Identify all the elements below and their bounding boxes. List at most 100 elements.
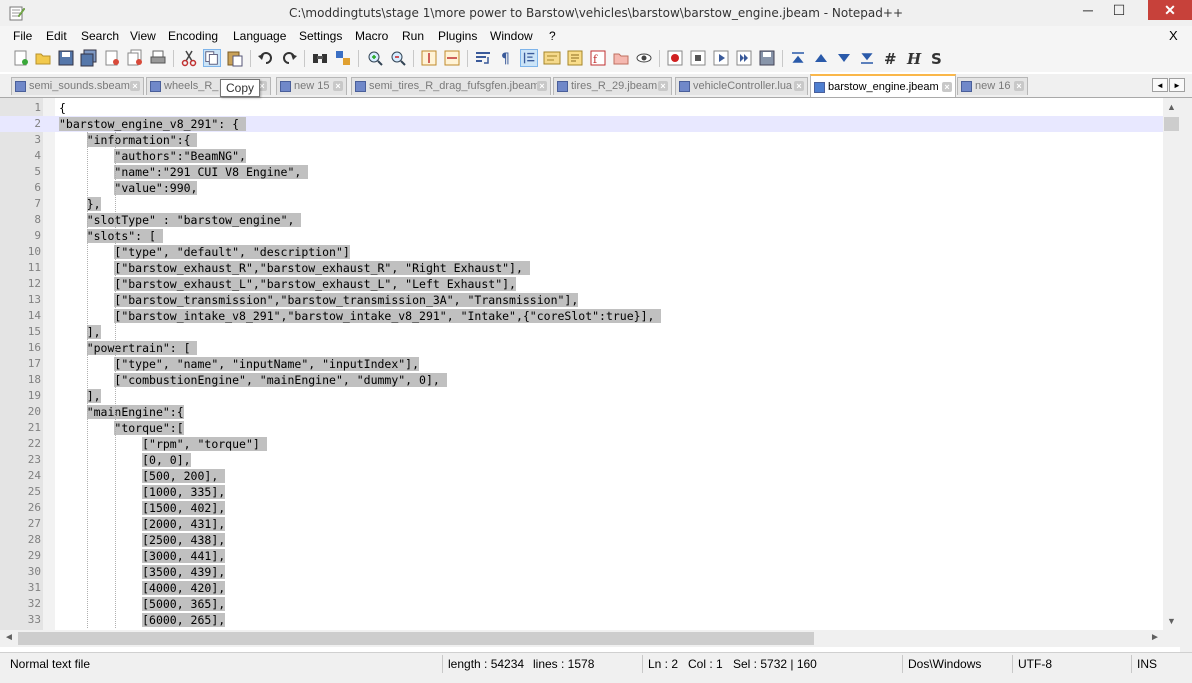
editor-text-area[interactable]: 1{2 "barstow_engine_v8_291": { 3 "informa… bbox=[0, 98, 1163, 630]
code-line[interactable]: 5 "name":"291 CUI V8 Engine", bbox=[0, 164, 1163, 180]
copy-icon[interactable] bbox=[203, 49, 221, 67]
scroll-up-icon[interactable]: ▲ bbox=[1167, 102, 1176, 112]
zoom-in-icon[interactable] bbox=[366, 49, 384, 67]
tab-new-15[interactable]: new 15 × bbox=[276, 77, 347, 95]
code-line[interactable]: 18 ["combustionEngine", "mainEngine", "d… bbox=[0, 372, 1163, 388]
tab-semi-tires[interactable]: semi_tires_R_drag_fufsgfen.jbeam × bbox=[351, 77, 551, 95]
folder-workspace-icon[interactable] bbox=[612, 49, 630, 67]
status-eol[interactable]: Dos\Windows bbox=[908, 657, 981, 671]
find-icon[interactable] bbox=[311, 49, 329, 67]
code-line[interactable]: 3 "information":{ bbox=[0, 132, 1163, 148]
open-file-icon[interactable] bbox=[34, 49, 52, 67]
code-line[interactable]: 19 ], bbox=[0, 388, 1163, 404]
code-line[interactable]: 12 ["barstow_exhaust_L","barstow_exhaust… bbox=[0, 276, 1163, 292]
save-macro-icon[interactable] bbox=[758, 49, 776, 67]
menu-run[interactable]: Run bbox=[402, 29, 424, 43]
indent-guide-icon[interactable] bbox=[520, 49, 538, 67]
s-icon[interactable]: S bbox=[927, 49, 945, 67]
zoom-out-icon[interactable] bbox=[389, 49, 407, 67]
save-icon[interactable] bbox=[57, 49, 75, 67]
code-line[interactable]: 23 [0, 0], bbox=[0, 452, 1163, 468]
code-line[interactable]: 4 "authors":"BeamNG", bbox=[0, 148, 1163, 164]
code-line[interactable]: 26 [1500, 402], bbox=[0, 500, 1163, 516]
code-line[interactable]: 25 [1000, 335], bbox=[0, 484, 1163, 500]
sync-horizontal-icon[interactable] bbox=[443, 49, 461, 67]
menu-settings[interactable]: Settings bbox=[299, 29, 342, 43]
close-window-button[interactable]: ✕ bbox=[1148, 0, 1192, 20]
fold-all-icon[interactable] bbox=[789, 49, 807, 67]
code-line[interactable]: 30 [3500, 439], bbox=[0, 564, 1163, 580]
scroll-down-icon[interactable]: ▼ bbox=[1167, 616, 1176, 626]
status-encoding[interactable]: UTF-8 bbox=[1018, 657, 1052, 671]
vertical-scrollbar[interactable]: ▲ ▼ bbox=[1163, 98, 1180, 630]
tab-new-16[interactable]: new 16 × bbox=[957, 77, 1028, 95]
record-macro-icon[interactable] bbox=[666, 49, 684, 67]
word-wrap-icon[interactable] bbox=[474, 49, 492, 67]
code-line[interactable]: 14 ["barstow_intake_v8_291","barstow_int… bbox=[0, 308, 1163, 324]
horizontal-scrollbar[interactable]: ◄ ► bbox=[0, 630, 1163, 647]
code-line[interactable]: 33 [6000, 265], bbox=[0, 612, 1163, 628]
tab-close-icon[interactable]: × bbox=[537, 81, 547, 91]
vertical-scroll-thumb[interactable] bbox=[1164, 117, 1179, 131]
maximize-button[interactable]: ☐ bbox=[1104, 0, 1134, 20]
horizontal-scroll-thumb[interactable] bbox=[18, 632, 814, 645]
h-icon[interactable]: H bbox=[904, 49, 922, 67]
undo-icon[interactable] bbox=[257, 49, 275, 67]
menu-view[interactable]: View bbox=[130, 29, 156, 43]
close-icon[interactable] bbox=[103, 49, 121, 67]
code-line[interactable]: 2 "barstow_engine_v8_291": { bbox=[0, 116, 1163, 132]
run-macro-multiple-icon[interactable] bbox=[735, 49, 753, 67]
menu-file[interactable]: File bbox=[13, 29, 32, 43]
unfold-all-icon[interactable] bbox=[858, 49, 876, 67]
tab-scroll-left-button[interactable]: ◄ bbox=[1152, 78, 1168, 92]
minimize-button[interactable]: ─ bbox=[1073, 0, 1103, 20]
menu-window[interactable]: Window bbox=[490, 29, 533, 43]
close-document-button[interactable]: X bbox=[1169, 28, 1178, 43]
menu-encoding[interactable]: Encoding bbox=[168, 29, 218, 43]
monitor-icon[interactable] bbox=[635, 49, 653, 67]
code-line[interactable]: 27 [2000, 431], bbox=[0, 516, 1163, 532]
scroll-right-icon[interactable]: ► bbox=[1150, 632, 1160, 643]
code-line[interactable]: 7 }, bbox=[0, 196, 1163, 212]
tab-close-icon[interactable]: × bbox=[130, 81, 140, 91]
tab-close-icon[interactable]: × bbox=[1014, 81, 1024, 91]
menu-search[interactable]: Search bbox=[81, 29, 119, 43]
sync-vertical-icon[interactable] bbox=[420, 49, 438, 67]
menu-language[interactable]: Language bbox=[233, 29, 286, 43]
play-macro-icon[interactable] bbox=[712, 49, 730, 67]
hash-icon[interactable]: # bbox=[881, 49, 899, 67]
close-all-icon[interactable] bbox=[126, 49, 144, 67]
code-line[interactable]: 15 ], bbox=[0, 324, 1163, 340]
code-line[interactable]: 21 "torque":[ bbox=[0, 420, 1163, 436]
status-insert-mode[interactable]: INS bbox=[1137, 657, 1157, 671]
show-all-chars-icon[interactable]: ¶ bbox=[497, 49, 515, 67]
tab-vehicle-controller[interactable]: vehicleController.lua × bbox=[675, 77, 808, 95]
prev-icon[interactable] bbox=[812, 49, 830, 67]
tab-barstow-engine[interactable]: barstow_engine.jbeam × bbox=[810, 74, 956, 97]
code-line[interactable]: 22 ["rpm", "torque"] bbox=[0, 436, 1163, 452]
code-line[interactable]: 11 ["barstow_exhaust_R","barstow_exhaust… bbox=[0, 260, 1163, 276]
menu-edit[interactable]: Edit bbox=[46, 29, 67, 43]
tab-close-icon[interactable]: × bbox=[333, 81, 343, 91]
code-line[interactable]: 8 "slotType" : "barstow_engine", bbox=[0, 212, 1163, 228]
tab-close-icon[interactable]: × bbox=[942, 82, 952, 92]
tab-tires-r-29[interactable]: tires_R_29.jbeam × bbox=[553, 77, 672, 95]
function-list-icon[interactable]: f bbox=[589, 49, 607, 67]
code-line[interactable]: 10 ["type", "default", "description"] bbox=[0, 244, 1163, 260]
code-line[interactable]: 24 [500, 200], bbox=[0, 468, 1163, 484]
tab-scroll-right-button[interactable]: ► bbox=[1169, 78, 1185, 92]
next-icon[interactable] bbox=[835, 49, 853, 67]
print-icon[interactable] bbox=[149, 49, 167, 67]
code-line[interactable]: 28 [2500, 438], bbox=[0, 532, 1163, 548]
user-language-icon[interactable] bbox=[543, 49, 561, 67]
save-all-icon[interactable] bbox=[80, 49, 98, 67]
code-line[interactable]: 1{ bbox=[0, 100, 1163, 116]
code-line[interactable]: 32 [5000, 365], bbox=[0, 596, 1163, 612]
code-line[interactable]: 31 [4000, 420], bbox=[0, 580, 1163, 596]
stop-record-icon[interactable] bbox=[689, 49, 707, 67]
replace-icon[interactable] bbox=[334, 49, 352, 67]
scroll-left-icon[interactable]: ◄ bbox=[4, 632, 14, 643]
menu-plugins[interactable]: Plugins bbox=[438, 29, 477, 43]
code-line[interactable]: 13 ["barstow_transmission","barstow_tran… bbox=[0, 292, 1163, 308]
redo-icon[interactable] bbox=[280, 49, 298, 67]
